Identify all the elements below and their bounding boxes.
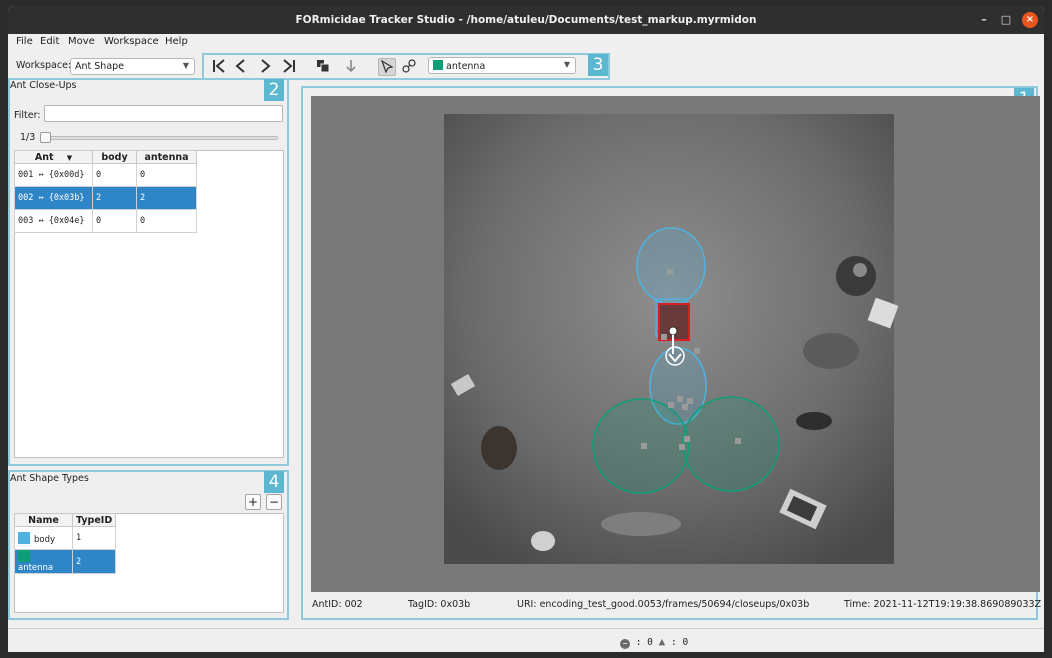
body-count-cell[interactable]: 2: [92, 186, 137, 210]
frame-slider-handle[interactable]: [40, 132, 51, 143]
close-icon[interactable]: ×: [1022, 12, 1038, 28]
closeups-title: Ant Close-Ups: [10, 80, 77, 91]
closeup-viewer[interactable]: [311, 96, 1040, 592]
tag-id-label: TagID: 0x03b: [408, 599, 471, 610]
ant-id-label: AntID: 002: [312, 599, 363, 610]
log-summary[interactable]: − : 0 ▲ : 0: [620, 635, 688, 649]
table-row[interactable]: 001 ↔ {0x00d} 0 0: [14, 163, 197, 187]
menu-move[interactable]: Move: [68, 36, 95, 47]
error-icon: −: [620, 639, 630, 649]
navigation-toolbar: antenna ▼: [202, 53, 610, 80]
shape-id-cell[interactable]: 2: [71, 549, 117, 574]
menu-help[interactable]: Help: [165, 36, 188, 47]
add-shape-type-button[interactable]: +: [245, 494, 261, 510]
shape-name-cell[interactable]: body: [14, 526, 73, 550]
time-label: Time: 2021-11-12T19:19:38.869089033Z: [844, 599, 1042, 610]
app-window: FORmicidae Tracker Studio - /home/atuleu…: [8, 6, 1044, 652]
toolbar: Workspace: Ant Shape ▼ antenna ▼ 3: [8, 50, 1044, 80]
copy-icon[interactable]: [314, 58, 332, 76]
download-arrow-icon[interactable]: [342, 58, 360, 76]
table-row[interactable]: 002 ↔ {0x03b} 2 2: [14, 186, 197, 210]
column-name[interactable]: Name: [14, 513, 73, 527]
menu-edit[interactable]: Edit: [40, 36, 59, 47]
table-row[interactable]: antenna 2: [14, 549, 117, 574]
closeups-table: Ant ▼ body antenna 001 ↔ {0x00d} 0 0 002…: [14, 150, 197, 233]
first-icon[interactable]: [210, 58, 228, 76]
shape-id-cell[interactable]: 1: [71, 526, 117, 550]
filter-label: Filter:: [14, 110, 41, 121]
shape-name-cell[interactable]: antenna: [14, 549, 73, 574]
error-count: : 0: [635, 637, 653, 648]
toolbar-badge: 3: [588, 54, 608, 76]
sort-arrow-icon: ▼: [66, 153, 73, 162]
antenna-count-cell[interactable]: 0: [136, 163, 197, 187]
select-pointer-icon[interactable]: [378, 58, 396, 76]
next-icon[interactable]: [256, 58, 274, 76]
closeup-image[interactable]: [311, 96, 1040, 592]
shape-types-table: Name TypeID body 1 antenna 2: [14, 513, 117, 574]
menu-bar: File Edit Move Workspace Help: [8, 34, 1044, 50]
warning-icon: ▲: [658, 635, 666, 648]
frame-slider[interactable]: [40, 136, 278, 140]
filter-input[interactable]: [44, 105, 283, 122]
workspace-label: Workspace:: [16, 60, 72, 71]
uri-label: URI: encoding_test_good.0053/frames/5069…: [517, 599, 810, 610]
table-row[interactable]: body 1: [14, 526, 117, 550]
workspace-select-value: Ant Shape: [75, 61, 125, 72]
shape-types-badge: 4: [264, 471, 284, 493]
column-body[interactable]: body: [92, 150, 137, 164]
antenna-count-cell[interactable]: 2: [136, 186, 197, 210]
closeups-badge: 2: [264, 79, 284, 101]
workspace-select[interactable]: Ant Shape ▼: [70, 58, 195, 75]
chevron-down-icon: ▼: [563, 60, 570, 69]
column-ant[interactable]: Ant ▼: [14, 150, 93, 164]
menu-workspace[interactable]: Workspace: [104, 36, 159, 47]
chevron-down-icon: ▼: [182, 61, 189, 70]
shape-type-swatch: [433, 60, 443, 70]
shape-types-title: Ant Shape Types: [10, 473, 89, 484]
color-swatch: [18, 531, 30, 544]
body-count-cell[interactable]: 0: [92, 209, 137, 233]
color-swatch: [18, 550, 30, 562]
menu-file[interactable]: File: [16, 36, 33, 47]
status-bar: − : 0 ▲ : 0: [8, 628, 1044, 652]
title-bar: FORmicidae Tracker Studio - /home/atuleu…: [8, 6, 1044, 34]
table-row[interactable]: 003 ↔ {0x04e} 0 0: [14, 209, 197, 233]
minimize-icon[interactable]: –: [976, 12, 992, 28]
shape-type-select-value: antenna: [446, 61, 486, 72]
antenna-count-cell[interactable]: 0: [136, 209, 197, 233]
warning-count: : 0: [671, 637, 689, 648]
column-antenna[interactable]: antenna: [136, 150, 197, 164]
remove-shape-type-button[interactable]: −: [266, 494, 282, 510]
ant-cell[interactable]: 003 ↔ {0x04e}: [14, 209, 93, 233]
last-icon[interactable]: [280, 58, 298, 76]
ant-cell[interactable]: 002 ↔ {0x03b}: [14, 186, 93, 210]
body-count-cell[interactable]: 0: [92, 163, 137, 187]
window-title: FORmicidae Tracker Studio - /home/atuleu…: [295, 14, 757, 26]
ant-cell[interactable]: 001 ↔ {0x00d}: [14, 163, 93, 187]
shape-type-select[interactable]: antenna ▼: [428, 57, 576, 74]
previous-icon[interactable]: [232, 58, 250, 76]
edit-shape-icon[interactable]: [400, 58, 418, 76]
column-typeid[interactable]: TypeID: [71, 513, 117, 527]
frame-counter: 1/3: [20, 132, 36, 143]
maximize-icon[interactable]: □: [998, 12, 1014, 28]
